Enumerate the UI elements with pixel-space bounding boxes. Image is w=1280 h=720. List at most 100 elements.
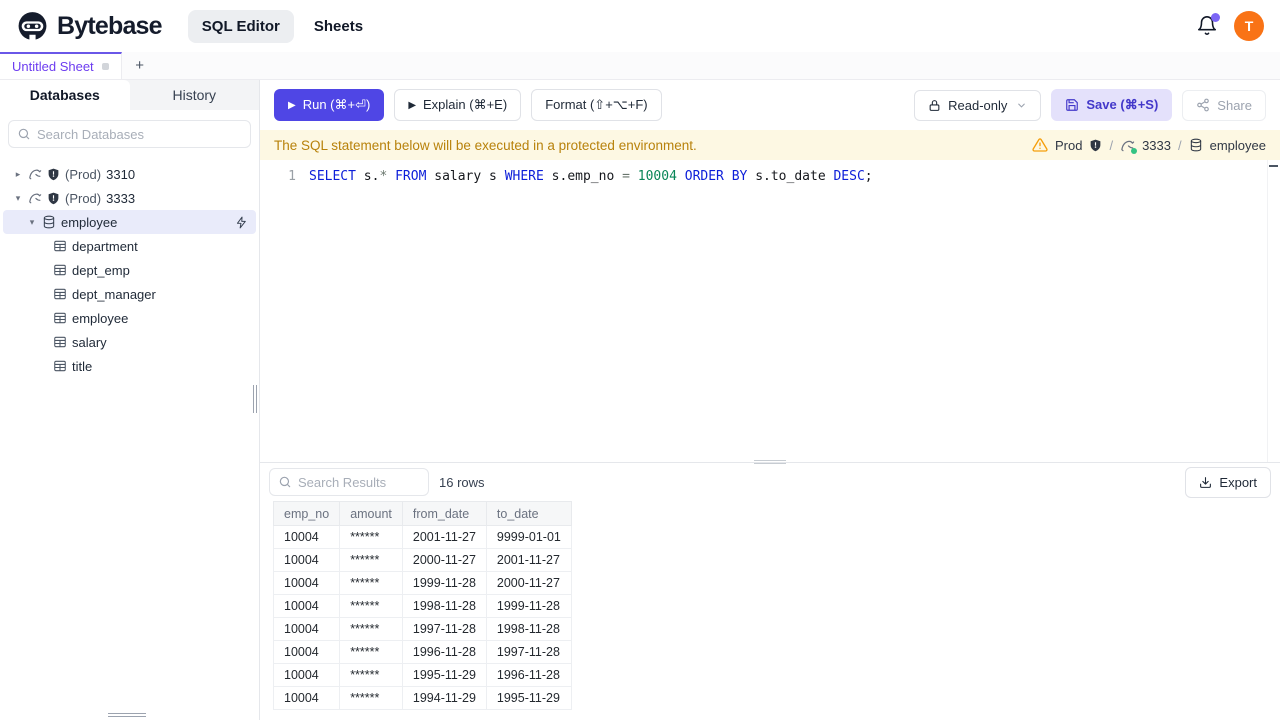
- format-button[interactable]: Format (⇧+⌥+F): [531, 89, 662, 121]
- table-cell: 1995-11-29: [401, 663, 487, 687]
- unsaved-dot: [101, 63, 109, 70]
- sql-token-plain: ;: [864, 169, 873, 184]
- table-cell: ******: [339, 525, 403, 549]
- notification-bell-icon[interactable]: [1196, 13, 1220, 37]
- sql-editor[interactable]: 1 SELECT s.* FROM salary s WHERE s.emp_n…: [260, 160, 1280, 462]
- save-button[interactable]: Save (⌘+S): [1051, 89, 1173, 121]
- instance-status-dot: [1131, 147, 1138, 154]
- table-cell: 1997-11-28: [485, 640, 572, 664]
- table-cell: 10004: [272, 571, 341, 595]
- tab-history[interactable]: History: [130, 80, 260, 110]
- add-sheet-button[interactable]: +: [122, 52, 158, 79]
- tree-item-instance-3333[interactable]: ▾ (Prod) 3333: [3, 186, 256, 210]
- minimap-mark: [1269, 165, 1278, 167]
- tree-item-table-salary[interactable]: salary: [3, 330, 256, 354]
- avatar[interactable]: T: [1234, 11, 1264, 41]
- table-cell: 1999-11-28: [485, 594, 572, 618]
- bolt-icon[interactable]: [235, 216, 248, 229]
- tree-item-label: salary: [72, 334, 107, 350]
- tree-item-label: 3333: [106, 190, 136, 206]
- table-cell: 2000-11-27: [401, 548, 487, 572]
- table-cell: 10004: [272, 548, 341, 572]
- table-row: 10004 ****** 2001-11-27 9999-01-01: [272, 525, 572, 549]
- instance-label[interactable]: 3333: [1142, 138, 1171, 153]
- search-databases-input[interactable]: [37, 126, 242, 142]
- table-header-row: emp_no amount from_date to_date: [272, 501, 572, 526]
- environment-label[interactable]: Prod: [1055, 138, 1082, 153]
- bytebase-logo-icon: [18, 11, 47, 41]
- tree-item-table-title[interactable]: title: [3, 354, 256, 378]
- explain-button[interactable]: ▶ Explain (⌘+E): [394, 89, 522, 121]
- app-header: Bytebase SQL Editor Sheets T: [0, 0, 1280, 52]
- table-icon: [53, 335, 67, 349]
- nav-sheets[interactable]: Sheets: [300, 10, 377, 43]
- results-header: 16 rows Export: [260, 463, 1280, 501]
- sql-token-plain: salary s: [426, 169, 505, 184]
- search-icon: [278, 475, 292, 489]
- table-icon: [53, 287, 67, 301]
- sql-token-keyword: ORDER BY: [684, 169, 748, 184]
- row-count: 16 rows: [439, 474, 485, 490]
- tree-item-table-employee[interactable]: employee: [3, 306, 256, 330]
- database-tree: ▸ (Prod) 3310 ▾ (Prod) 3333 ▾ employee departmen…: [0, 156, 259, 378]
- readonly-mode-button[interactable]: Read-only: [914, 89, 1042, 121]
- sidebar-bottom-resize-handle[interactable]: [108, 713, 146, 717]
- lock-icon: [928, 99, 941, 112]
- table-cell: 2001-11-27: [401, 525, 487, 549]
- banner-message: The SQL statement below will be executed…: [274, 137, 697, 153]
- warning-icon: [1032, 137, 1048, 153]
- caret-down-icon[interactable]: ▾: [27, 217, 37, 228]
- tree-item-table-dept_manager[interactable]: dept_manager: [3, 282, 256, 306]
- play-icon: ▶: [408, 99, 417, 111]
- results-resize-handle[interactable]: [754, 460, 786, 464]
- chevron-down-icon: [1016, 100, 1027, 111]
- database-label[interactable]: employee: [1210, 138, 1266, 153]
- share-button[interactable]: Share: [1182, 89, 1266, 121]
- caret-right-icon[interactable]: ▸: [13, 169, 23, 180]
- table-cell: 10004: [272, 617, 341, 641]
- sidebar-resize-handle[interactable]: [253, 385, 258, 413]
- sql-statement: SELECT s.* FROM salary s WHERE s.emp_no …: [309, 167, 873, 187]
- bytebase-logo[interactable]: Bytebase: [16, 10, 163, 43]
- table-row: 10004 ****** 1994-11-29 1995-11-29: [272, 686, 572, 710]
- tree-item-instance-3310[interactable]: ▸ (Prod) 3310: [3, 162, 256, 186]
- table-cell: ******: [339, 571, 403, 595]
- sheet-tab-label: Untitled Sheet: [12, 59, 94, 74]
- sql-token-plain: s.emp_no: [543, 169, 623, 184]
- editor-panel: ▶ Run (⌘+⏎) ▶ Explain (⌘+E) Format (⇧+⌥+…: [260, 80, 1280, 720]
- caret-down-icon[interactable]: ▾: [13, 193, 23, 204]
- tree-item-label: 3310: [106, 166, 136, 182]
- tab-untitled-sheet[interactable]: Untitled Sheet: [0, 52, 122, 79]
- share-icon: [1196, 98, 1210, 112]
- column-header-emp_no[interactable]: emp_no: [272, 501, 341, 526]
- sidebar: Databases History ▸ (Prod)3310 ▾ (Prod)3333…: [0, 80, 260, 720]
- column-header-to_date[interactable]: to_date: [485, 501, 572, 526]
- export-button[interactable]: Export: [1185, 466, 1271, 498]
- database-search: [8, 120, 251, 148]
- mysql-icon: [28, 167, 42, 181]
- table-cell: 1998-11-28: [401, 594, 487, 618]
- table-cell: 9999-01-01: [485, 525, 572, 549]
- tree-item-table-department[interactable]: department: [3, 234, 256, 258]
- table-cell: 2001-11-27: [485, 548, 572, 572]
- table-cell: 1999-11-28: [401, 571, 487, 595]
- nav-sql-editor[interactable]: SQL Editor: [187, 9, 294, 43]
- shield-icon: [47, 168, 60, 181]
- sidebar-tabs: Databases History: [0, 80, 259, 110]
- tree-item-table-dept_emp[interactable]: dept_emp: [3, 258, 256, 282]
- column-header-from_date[interactable]: from_date: [401, 501, 487, 526]
- table-cell: ******: [339, 548, 403, 572]
- run-button[interactable]: ▶ Run (⌘+⏎): [274, 89, 385, 121]
- table-icon: [53, 359, 67, 373]
- column-header-amount[interactable]: amount: [339, 501, 403, 526]
- table-cell: 10004: [272, 525, 341, 549]
- main-row: Databases History ▸(Prod)3310▾(Prod)3333…: [0, 80, 1280, 720]
- tab-databases[interactable]: Databases: [0, 80, 130, 110]
- table-icon: [53, 263, 67, 277]
- table-cell: 1996-11-28: [485, 663, 572, 687]
- table-cell: 1998-11-28: [485, 617, 572, 641]
- tree-item-database-employee[interactable]: ▾ employee: [3, 210, 256, 234]
- sql-token-plain: s.: [355, 169, 380, 184]
- database-icon: [42, 215, 56, 229]
- editor-scrollbar[interactable]: [1267, 160, 1280, 462]
